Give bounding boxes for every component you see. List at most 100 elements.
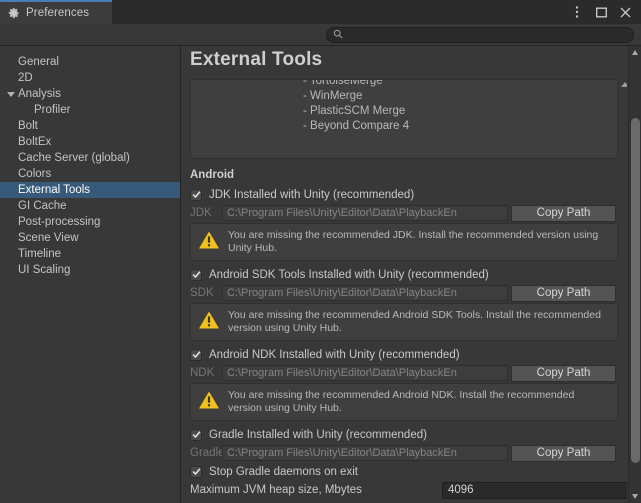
merge-tool-item: - PlasticSCM Merge (303, 105, 406, 117)
merge-tools-box: - Araxis Merge- TortoiseMerge- WinMerge-… (190, 79, 618, 159)
sidebar-item-label: Bolt (18, 120, 38, 132)
main-panel: External Tools - Araxis Merge- TortoiseM… (182, 46, 641, 503)
sdk-path-field: C:\Program Files\Unity\Editor\Data\Playb… (222, 285, 508, 301)
sidebar-item-colors[interactable]: Colors (0, 166, 180, 182)
close-icon[interactable] (618, 5, 632, 19)
sidebar-item-analysis[interactable]: Analysis (0, 86, 180, 102)
android-section-heading: Android (190, 169, 235, 181)
stop-gradle-daemons-checkbox[interactable] (190, 465, 202, 478)
sidebar-item-boltex[interactable]: BoltEx (0, 134, 180, 150)
jvm-heap-row: Maximum JVM heap size, Mbytes 4096 (190, 480, 627, 500)
jdk-path-label: JDK (190, 207, 212, 219)
tab-preferences[interactable]: Preferences (0, 0, 112, 24)
gear-icon (8, 7, 20, 19)
sidebar-item-timeline[interactable]: Timeline (0, 246, 180, 262)
jdk-path-row: JDK C:\Program Files\Unity\Editor\Data\P… (190, 203, 627, 223)
gradle-path-label: Gradle (190, 447, 225, 459)
jvm-heap-label: Maximum JVM heap size, Mbytes (190, 484, 362, 496)
warning-icon (198, 230, 220, 255)
sdk-warning-box: You are missing the recommended Android … (190, 303, 618, 341)
tab-label: Preferences (26, 7, 90, 19)
preferences-window: Preferences General 2D Analysis Profiler… (0, 0, 641, 503)
merge-tool-item: - TortoiseMerge (303, 79, 383, 87)
merge-tool-item: - Beyond Compare 4 (303, 120, 410, 132)
warning-icon (198, 390, 220, 415)
scrollbar-thumb[interactable] (631, 118, 640, 463)
gradle-copy-path-button[interactable]: Copy Path (511, 444, 616, 462)
sidebar-item-label: Scene View (18, 232, 79, 244)
ndk-warning-box: You are missing the recommended Android … (190, 383, 618, 421)
ndk-warning-text: You are missing the recommended Android … (228, 389, 575, 414)
sidebar-item-external-tools[interactable]: External Tools (0, 182, 180, 198)
ndk-path-row: NDK C:\Program Files\Unity\Editor\Data\P… (190, 363, 627, 383)
sidebar-item-ui-scaling[interactable]: UI Scaling (0, 262, 180, 278)
jdk-checkbox-row[interactable]: JDK Installed with Unity (recommended) (190, 186, 627, 203)
title-bar: Preferences (0, 0, 641, 24)
sidebar-item-label: Colors (18, 168, 52, 180)
ndk-copy-path-button[interactable]: Copy Path (511, 364, 616, 382)
sidebar-item-scene-view[interactable]: Scene View (0, 230, 180, 246)
sdk-path-label: SDK (190, 287, 214, 299)
kebab-menu-icon[interactable] (570, 5, 584, 19)
sidebar-item-label: Timeline (18, 248, 62, 260)
sidebar-item-label: Analysis (18, 88, 61, 100)
sidebar-item-gi-cache[interactable]: GI Cache (0, 198, 180, 214)
sidebar-item-profiler[interactable]: Profiler (0, 102, 180, 118)
gradle-checkbox-label: Gradle Installed with Unity (recommended… (209, 428, 427, 441)
jdk-warning-box: You are missing the recommended JDK. Ins… (190, 223, 618, 261)
main-scrollbar[interactable] (628, 46, 641, 503)
sidebar-item-2d[interactable]: 2D (0, 70, 180, 86)
gradle-checkbox[interactable] (190, 428, 202, 441)
scroll-up-arrow-icon[interactable] (632, 50, 638, 55)
sdk-warning-text: You are missing the recommended Android … (228, 309, 601, 334)
scrollbar-track[interactable] (629, 60, 641, 489)
merge-tools-list: - Araxis Merge- TortoiseMerge- WinMerge-… (191, 79, 617, 134)
merge-tool-item: - WinMerge (303, 90, 363, 102)
sidebar-item-bolt[interactable]: Bolt (0, 118, 180, 134)
sidebar-item-cache-server-global[interactable]: Cache Server (global) (0, 150, 180, 166)
ndk-path-field: C:\Program Files\Unity\Editor\Data\Playb… (222, 365, 508, 381)
merge-tools-scrollbar[interactable] (619, 79, 627, 159)
jdk-checkbox[interactable] (190, 188, 202, 201)
gradle-path-row: Gradle C:\Program Files\Unity\Editor\Dat… (190, 443, 627, 463)
stop-gradle-daemons-row[interactable]: Stop Gradle daemons on exit (190, 463, 627, 480)
scroll-down-arrow-icon[interactable] (632, 494, 638, 499)
jdk-warning-text: You are missing the recommended JDK. Ins… (228, 229, 599, 254)
search-icon (333, 26, 343, 44)
sidebar-item-label: Cache Server (global) (18, 152, 130, 164)
maximize-icon[interactable] (594, 5, 608, 19)
ndk-path-label: NDK (190, 367, 215, 379)
sidebar-item-label: UI Scaling (18, 264, 71, 276)
settings-content: - Araxis Merge- TortoiseMerge- WinMerge-… (182, 62, 627, 503)
ndk-checkbox[interactable] (190, 348, 202, 361)
gradle-checkbox-row[interactable]: Gradle Installed with Unity (recommended… (190, 426, 627, 443)
sdk-copy-path-button[interactable]: Copy Path (511, 284, 616, 302)
search-input[interactable] (347, 29, 617, 41)
sidebar-item-label: BoltEx (18, 136, 52, 148)
sidebar-item-label: External Tools (18, 184, 91, 196)
warning-icon (198, 310, 220, 335)
ndk-checkbox-row[interactable]: Android NDK Installed with Unity (recomm… (190, 346, 627, 363)
sidebar-item-label: 2D (18, 72, 33, 84)
sdk-checkbox[interactable] (190, 268, 202, 281)
sdk-checkbox-row[interactable]: Android SDK Tools Installed with Unity (… (190, 266, 627, 283)
sidebar-item-post-processing[interactable]: Post-processing (0, 214, 180, 230)
jdk-checkbox-label: JDK Installed with Unity (recommended) (209, 188, 415, 201)
chevron-down-icon[interactable] (7, 91, 15, 97)
jdk-copy-path-button[interactable]: Copy Path (511, 204, 616, 222)
sidebar-item-label: General (18, 56, 59, 68)
jvm-heap-input[interactable]: 4096 (442, 481, 627, 499)
sdk-path-row: SDK C:\Program Files\Unity\Editor\Data\P… (190, 283, 627, 303)
settings-sidebar[interactable]: General 2D Analysis Profiler Bolt BoltEx Cache… (0, 46, 181, 503)
stop-gradle-daemons-label: Stop Gradle daemons on exit (209, 465, 358, 478)
search-box[interactable] (326, 27, 634, 43)
sdk-checkbox-label: Android SDK Tools Installed with Unity (… (209, 268, 489, 281)
jdk-path-field: C:\Program Files\Unity\Editor\Data\Playb… (222, 205, 508, 221)
scroll-up-arrow-icon[interactable] (621, 82, 627, 87)
sidebar-item-label: Post-processing (18, 216, 101, 228)
window-buttons (570, 0, 637, 24)
sidebar-item-label: GI Cache (18, 200, 67, 212)
sidebar-item-general[interactable]: General (0, 54, 180, 70)
search-row (0, 24, 641, 46)
gradle-path-field: C:\Program Files\Unity\Editor\Data\Playb… (222, 445, 508, 461)
